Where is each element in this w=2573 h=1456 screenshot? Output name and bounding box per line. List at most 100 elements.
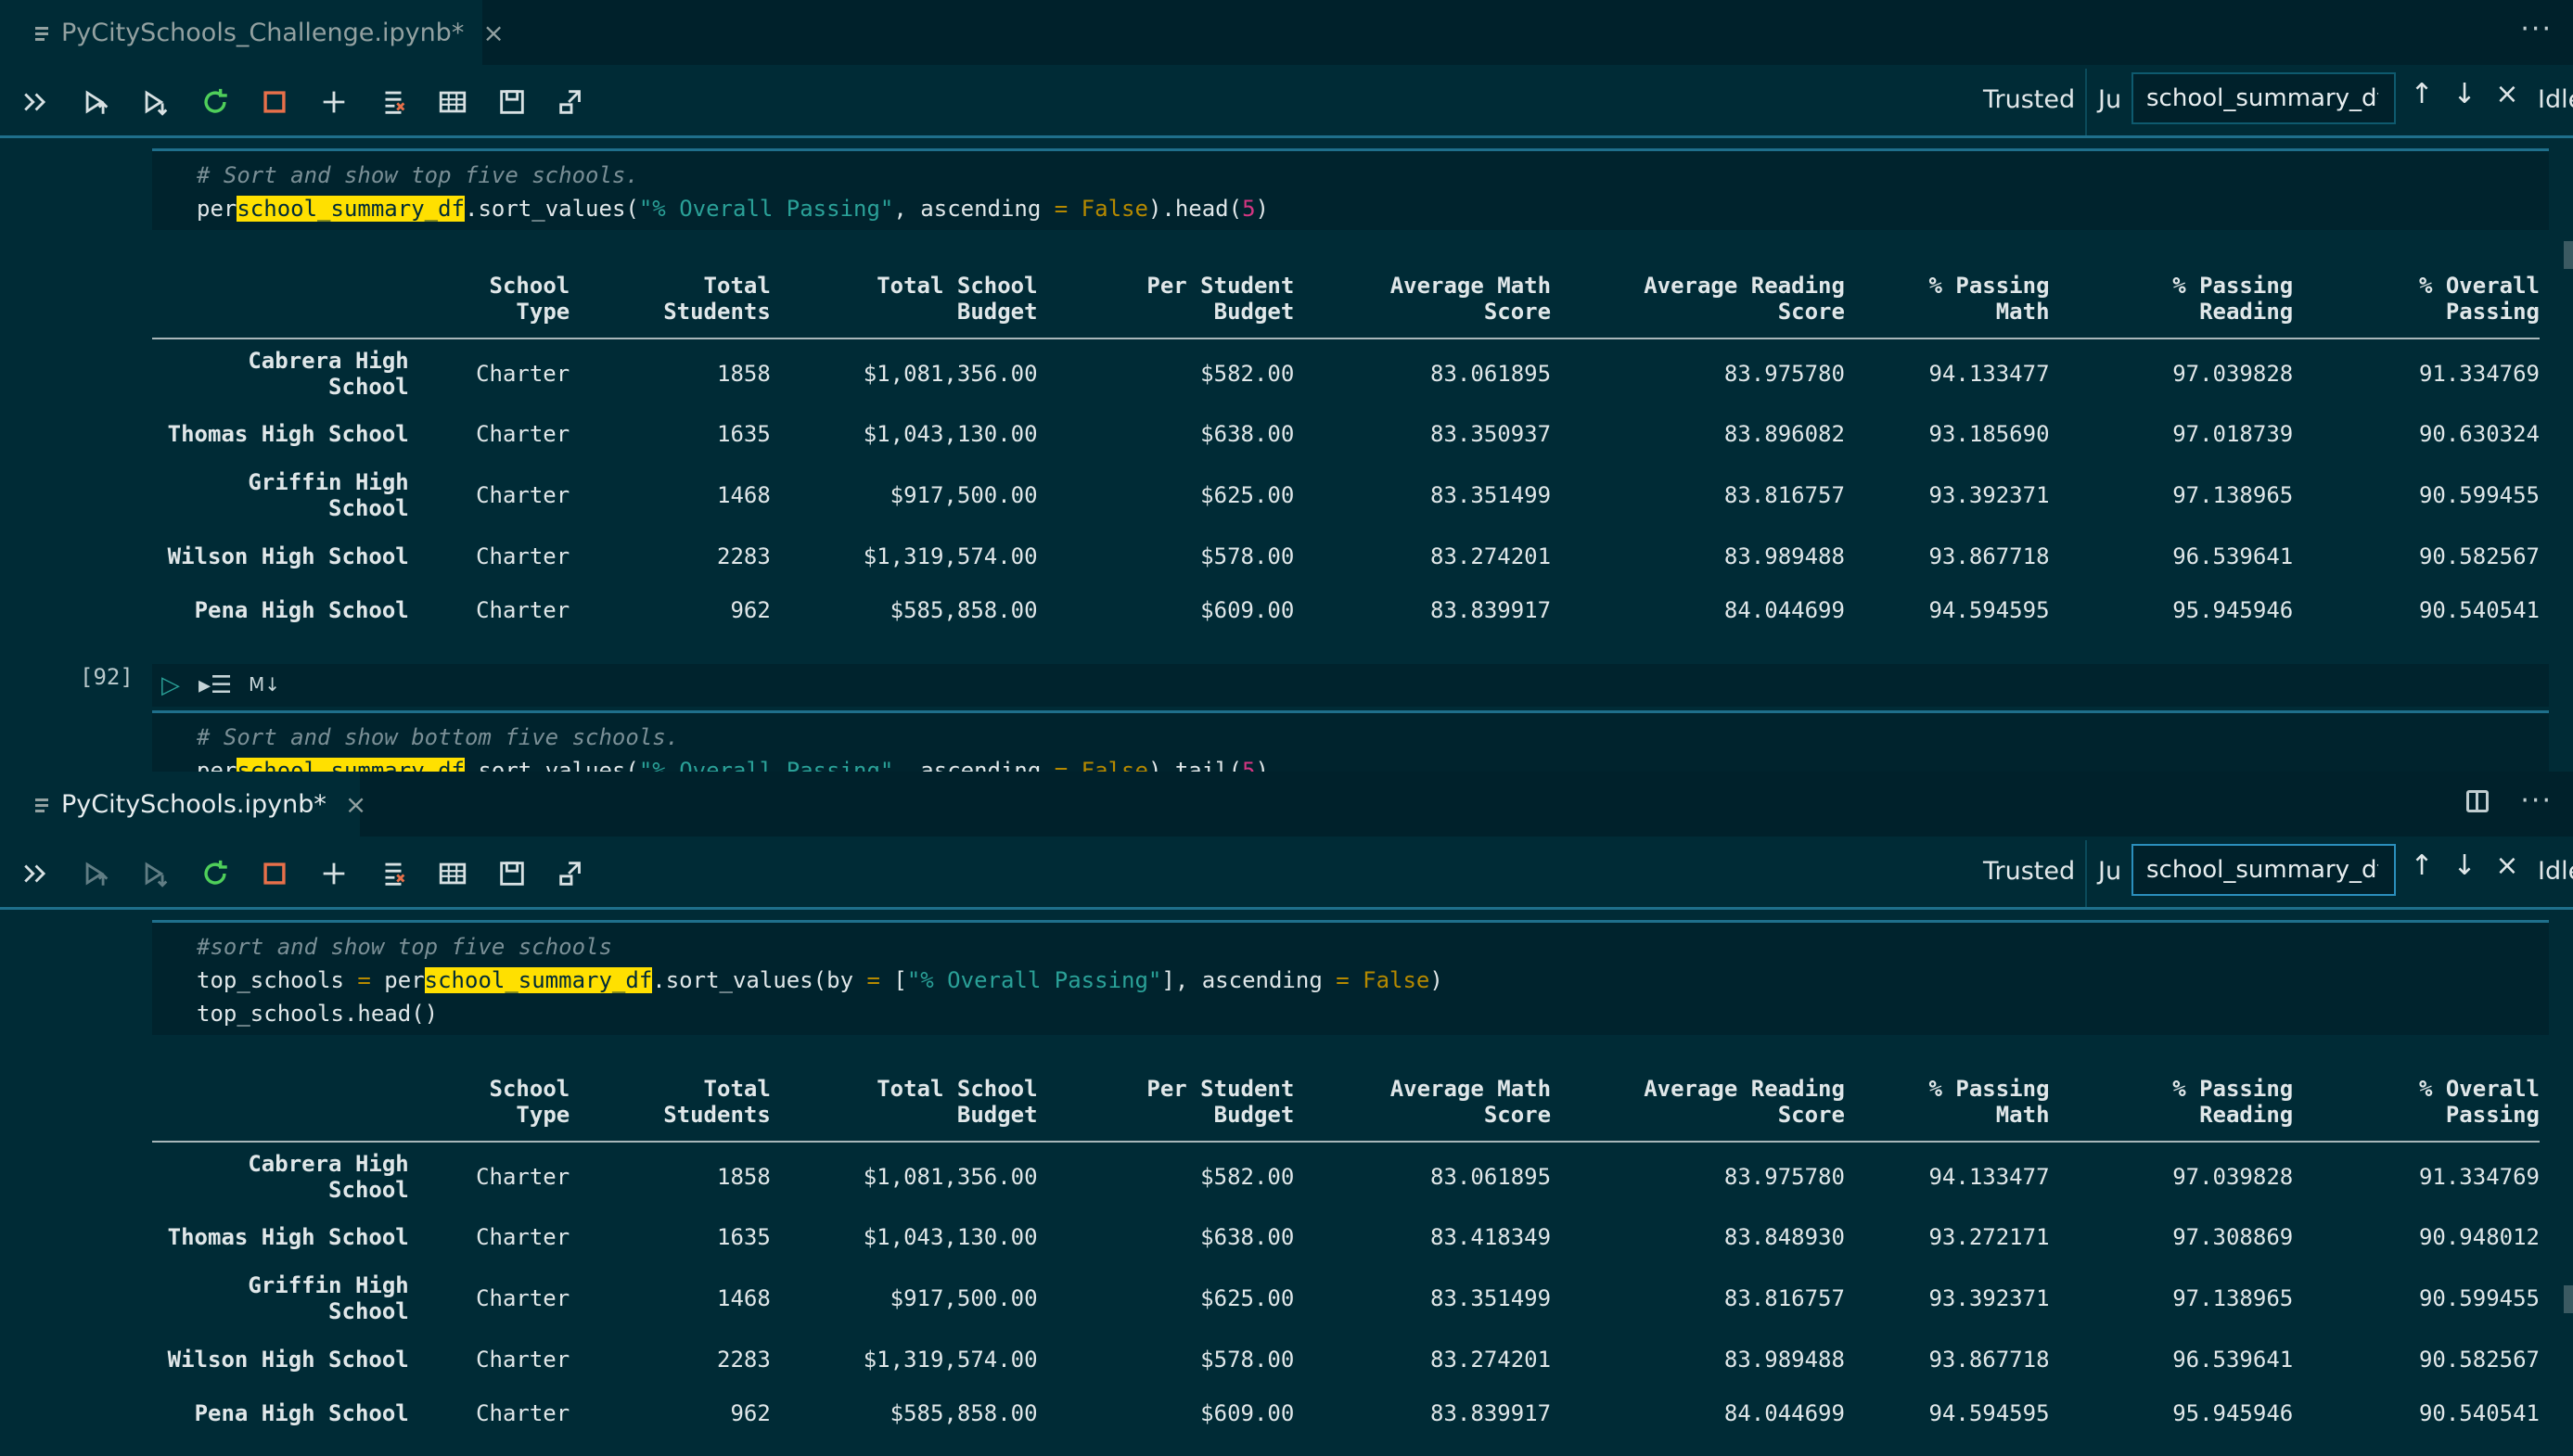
table-cell: 1858 bbox=[717, 360, 771, 387]
table-cell: 97.138965 bbox=[2172, 1285, 2294, 1311]
scrollbar-thumb[interactable] bbox=[2564, 241, 2573, 269]
row-index: Griffin High School bbox=[248, 469, 409, 521]
table-cell: 2283 bbox=[717, 1347, 771, 1373]
table-cell: 90.630324 bbox=[2418, 421, 2540, 447]
table-cell: $585,858.00 bbox=[890, 1400, 1038, 1426]
save-icon[interactable] bbox=[493, 855, 531, 892]
markdown-toggle[interactable]: M↓ bbox=[249, 673, 280, 696]
table-cell: 84.044699 bbox=[1723, 1400, 1845, 1426]
column-header: Average Math Score bbox=[1294, 1076, 1552, 1143]
find-input[interactable] bbox=[2144, 855, 2380, 885]
find-highlight: school_summary_df bbox=[237, 196, 465, 222]
code-cell-top-five[interactable]: # Sort and show top five schools. persch… bbox=[152, 148, 2549, 230]
interrupt-kernel-icon[interactable] bbox=[256, 83, 293, 121]
editor-tab-bar: PyCitySchools.ipynb* × ··· bbox=[0, 772, 2573, 837]
close-find-icon[interactable]: × bbox=[2495, 78, 2519, 110]
table-cell: 83.989488 bbox=[1723, 1347, 1845, 1373]
code-comment: # Sort and show top five schools. bbox=[197, 162, 639, 188]
run-below-icon[interactable] bbox=[137, 855, 174, 892]
row-index: Cabrera High School bbox=[248, 347, 409, 400]
run-all-icon[interactable] bbox=[19, 855, 56, 892]
tab-pycityschools-challenge[interactable]: PyCitySchools_Challenge.ipynb* × bbox=[0, 0, 505, 65]
table-cell: 83.274201 bbox=[1430, 1347, 1552, 1373]
table-cell: 2283 bbox=[717, 543, 771, 569]
table-cell: Charter bbox=[476, 543, 570, 569]
column-header: % Overall Passing bbox=[2293, 273, 2540, 339]
add-cell-icon[interactable] bbox=[315, 855, 352, 892]
toolbar-divider bbox=[0, 135, 2573, 138]
table-cell: 84.044699 bbox=[1723, 597, 1845, 623]
add-cell-icon[interactable] bbox=[315, 83, 352, 121]
table-cell: Charter bbox=[476, 360, 570, 387]
restart-kernel-icon[interactable] bbox=[197, 83, 234, 121]
split-editor-icon[interactable] bbox=[2466, 789, 2490, 812]
row-index: Wilson High School bbox=[167, 1347, 409, 1373]
variables-icon[interactable] bbox=[434, 855, 471, 892]
table-row: Pena High School Charter 962 $585,858.00 $60… bbox=[152, 1386, 2540, 1440]
table-row: Cabrera High School Charter 1858 $1,081,356.… bbox=[152, 1142, 2540, 1210]
scrollbar-thumb[interactable] bbox=[2564, 1285, 2573, 1313]
kernel-name[interactable]: Ju bbox=[2098, 857, 2121, 886]
code-cell-bottom-five[interactable]: # Sort and show bottom five schools. per… bbox=[152, 710, 2549, 772]
more-actions-icon[interactable]: ··· bbox=[2520, 785, 2553, 817]
run-by-line-icon[interactable]: ▸☰ bbox=[198, 671, 232, 699]
table-cell: 94.133477 bbox=[1928, 1163, 2050, 1190]
more-actions-icon[interactable]: ··· bbox=[2520, 13, 2553, 45]
column-header: % Passing Reading bbox=[2049, 273, 2294, 339]
table-cell: $609.00 bbox=[1200, 1400, 1295, 1426]
next-match-icon[interactable]: ↓ bbox=[2452, 849, 2477, 882]
clear-outputs-icon[interactable] bbox=[375, 855, 412, 892]
table-cell: 90.599455 bbox=[2418, 482, 2540, 508]
toolbar-separator bbox=[2085, 69, 2087, 135]
run-all-icon[interactable] bbox=[19, 83, 56, 121]
row-index: Thomas High School bbox=[167, 421, 409, 447]
table-row: Cabrera High School Charter 1858 $1,081,356.… bbox=[152, 338, 2540, 407]
table-cell: Charter bbox=[476, 1224, 570, 1250]
find-highlight: school_summary_df bbox=[237, 758, 465, 772]
execution-count: [92] bbox=[80, 664, 134, 690]
table-cell: Charter bbox=[476, 421, 570, 447]
previous-match-icon[interactable]: ↑ bbox=[2410, 78, 2434, 110]
column-header: Total School Budget bbox=[770, 1076, 1038, 1143]
table-cell: 962 bbox=[730, 1400, 771, 1426]
restart-kernel-icon[interactable] bbox=[197, 855, 234, 892]
table-cell: $582.00 bbox=[1200, 360, 1295, 387]
code-cell-top-schools[interactable]: #sort and show top five schools top_scho… bbox=[152, 920, 2549, 1035]
interrupt-kernel-icon[interactable] bbox=[256, 855, 293, 892]
table-cell: 83.896082 bbox=[1723, 421, 1845, 447]
trusted-status[interactable]: Trusted bbox=[1983, 857, 2075, 886]
trusted-status[interactable]: Trusted bbox=[1983, 85, 2075, 114]
column-header: Average Math Score bbox=[1294, 273, 1552, 339]
column-header: Per Student Budget bbox=[1037, 1076, 1295, 1143]
find-input[interactable] bbox=[2144, 83, 2380, 113]
column-header: Total Students bbox=[570, 273, 771, 339]
tab-title: PyCitySchools_Challenge.ipynb* bbox=[61, 18, 465, 47]
tab-pycityschools[interactable]: PyCitySchools.ipynb* × bbox=[0, 772, 366, 837]
clear-outputs-icon[interactable] bbox=[375, 83, 412, 121]
kernel-name[interactable]: Ju bbox=[2098, 85, 2121, 114]
table-cell: 83.839917 bbox=[1430, 597, 1552, 623]
run-above-icon[interactable] bbox=[78, 855, 115, 892]
column-header: % Overall Passing bbox=[2293, 1076, 2540, 1143]
run-below-icon[interactable] bbox=[137, 83, 174, 121]
row-index: Griffin High School bbox=[248, 1272, 409, 1324]
export-icon[interactable] bbox=[553, 855, 590, 892]
run-above-icon[interactable] bbox=[78, 83, 115, 121]
table-cell: $1,319,574.00 bbox=[863, 1347, 1038, 1373]
previous-match-icon[interactable]: ↑ bbox=[2410, 849, 2434, 882]
table-row: Pena High School Charter 962 $585,858.00 $60… bbox=[152, 583, 2540, 637]
table-cell: $917,500.00 bbox=[890, 1285, 1038, 1311]
table-cell: 97.138965 bbox=[2172, 482, 2294, 508]
close-tab-icon[interactable]: × bbox=[482, 18, 504, 48]
table-cell: 83.274201 bbox=[1430, 543, 1552, 569]
table-cell: $1,081,356.00 bbox=[863, 360, 1038, 387]
next-match-icon[interactable]: ↓ bbox=[2452, 78, 2477, 110]
save-icon[interactable] bbox=[493, 83, 531, 121]
close-find-icon[interactable]: × bbox=[2495, 849, 2519, 882]
run-cell-icon[interactable]: ▷ bbox=[161, 671, 180, 699]
table-cell: Charter bbox=[476, 597, 570, 623]
table-cell: 83.975780 bbox=[1723, 360, 1845, 387]
export-icon[interactable] bbox=[553, 83, 590, 121]
variables-icon[interactable] bbox=[434, 83, 471, 121]
close-tab-icon[interactable]: × bbox=[345, 789, 366, 820]
